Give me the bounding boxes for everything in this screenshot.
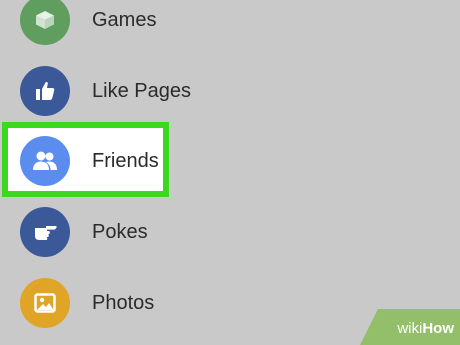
like-pages-icon-circle [20,66,70,116]
menu-item-pokes[interactable]: Pokes [0,202,460,262]
menu-list: Games Like Pages Friends Pokes Photos [0,0,460,345]
watermark-text: wikiHow [397,320,454,337]
watermark-wiki: wiki [397,320,423,337]
photo-icon [34,293,56,313]
games-icon-circle [20,0,70,45]
pokes-icon-circle [20,207,70,257]
menu-item-label: Games [92,9,157,31]
friends-icon-circle [20,136,70,186]
photos-icon-circle [20,278,70,328]
pointing-hand-icon [35,226,57,240]
thumbs-up-icon [36,82,55,100]
menu-item-like-pages[interactable]: Like Pages [0,61,460,121]
menu-item-label: Pokes [92,221,148,243]
friends-icon [33,151,57,170]
menu-item-label: Friends [92,150,159,172]
menu-item-friends[interactable]: Friends [0,131,460,191]
wikihow-watermark: wikiHow [360,309,460,345]
watermark-how: How [422,320,454,337]
menu-item-label: Like Pages [92,80,191,102]
menu-item-games[interactable]: Games [0,0,460,50]
cube-icon [36,11,54,29]
menu-item-label: Photos [92,292,155,314]
